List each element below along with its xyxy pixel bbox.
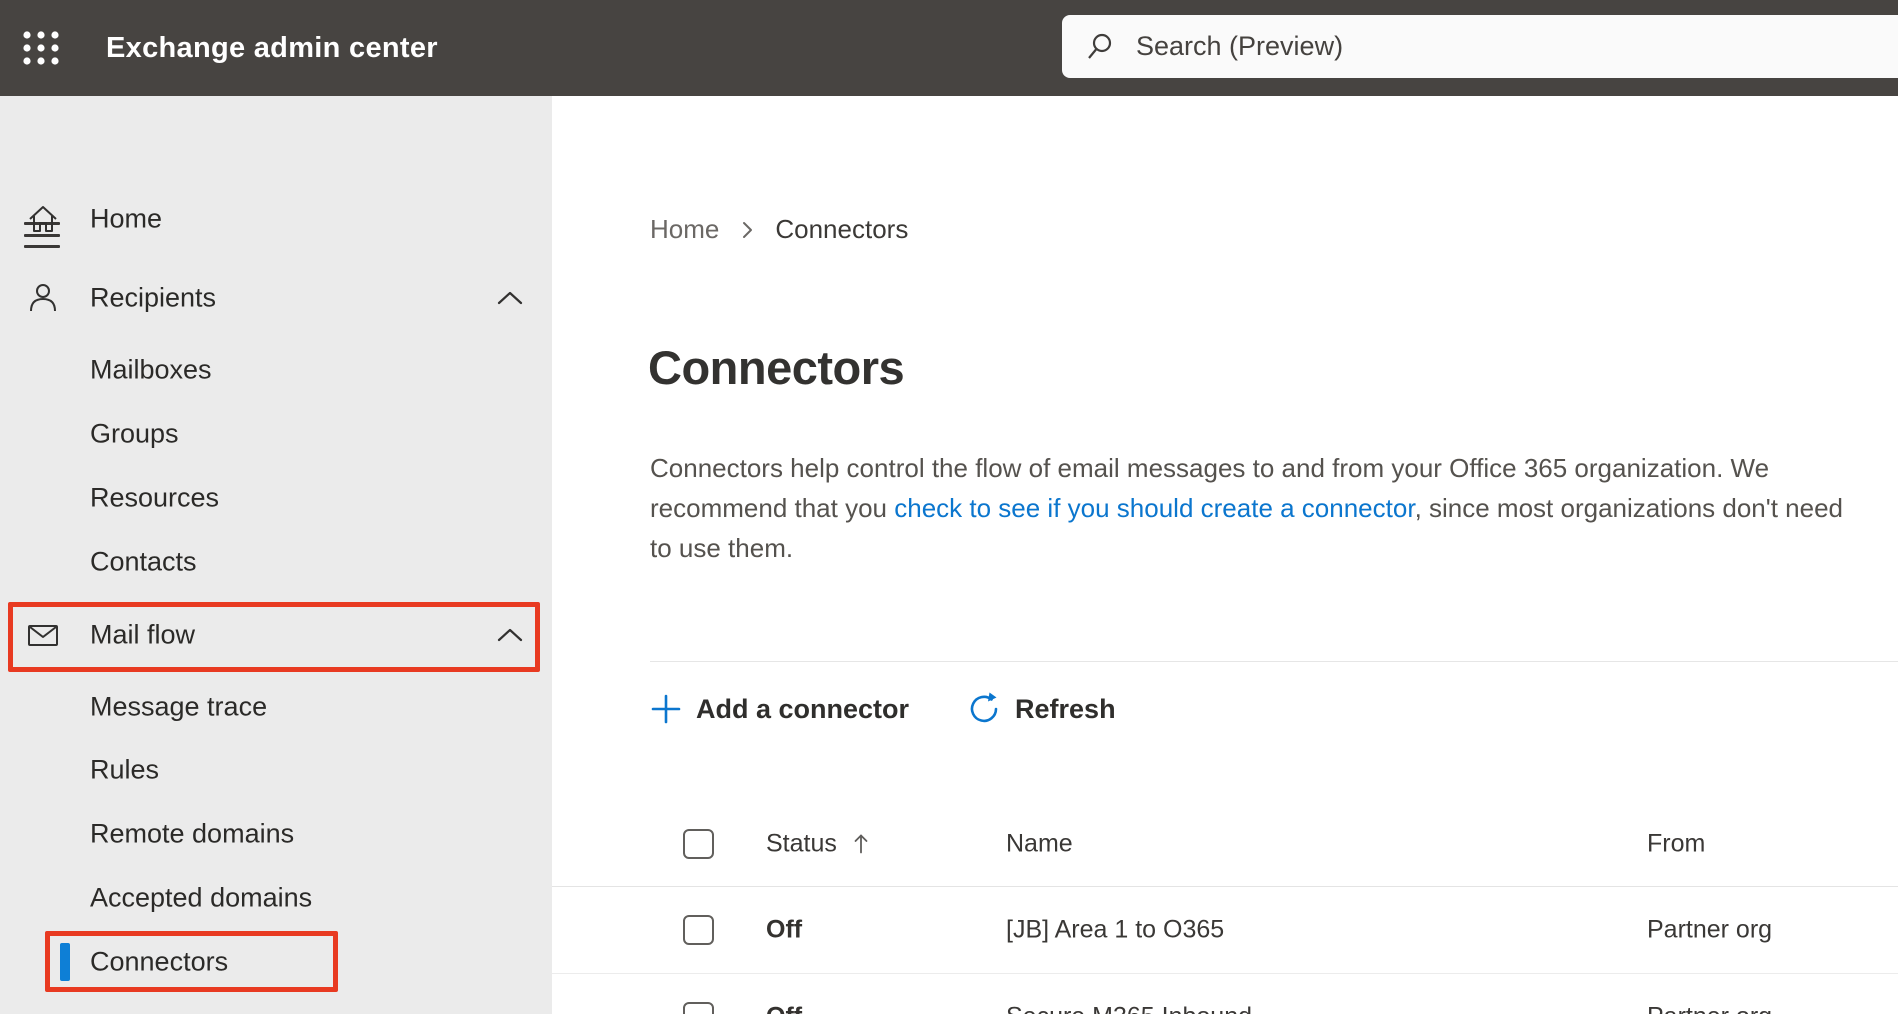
add-connector-button[interactable]: Add a connector xyxy=(650,693,909,725)
sidebar-item-recipients[interactable]: Recipients xyxy=(0,266,552,330)
mail-icon xyxy=(28,625,58,646)
refresh-button[interactable]: Refresh xyxy=(967,692,1116,726)
row-status: Off xyxy=(766,1003,802,1014)
home-icon xyxy=(29,206,57,232)
sidebar-item-connectors[interactable]: Connectors xyxy=(0,930,552,994)
sidebar-item-accepted-domains[interactable]: Accepted domains xyxy=(0,866,552,930)
main-content: Home Connectors Connectors Connectors he… xyxy=(552,96,1898,1014)
toolbar-divider xyxy=(650,661,1898,662)
breadcrumb-current[interactable]: Connectors xyxy=(775,214,908,245)
sidebar-item-groups[interactable]: Groups xyxy=(0,402,552,466)
breadcrumb-chevron-icon xyxy=(739,219,755,241)
exchange-admin-center-window: Exchange admin center Home Recipients xyxy=(0,0,1898,1014)
chevron-up-icon[interactable] xyxy=(496,626,524,644)
row-name: [JB] Area 1 to O365 xyxy=(1006,915,1225,944)
selected-item-indicator-bar xyxy=(60,943,70,981)
sidebar-item-home[interactable]: Home xyxy=(0,187,552,251)
person-icon xyxy=(30,284,56,312)
add-connector-label: Add a connector xyxy=(696,693,910,724)
sidebar-item-message-trace[interactable]: Message trace xyxy=(0,675,552,739)
row-from: Partner org xyxy=(1647,1003,1772,1014)
sidebar-item-label: Resources xyxy=(90,482,220,513)
sidebar-item-label: Rules xyxy=(90,754,160,785)
sidebar-item-remote-domains[interactable]: Remote domains xyxy=(0,802,552,866)
sidebar-item-label: Accepted domains xyxy=(90,882,313,913)
sidebar-item-mailboxes[interactable]: Mailboxes xyxy=(0,338,552,402)
row-from: Partner org xyxy=(1647,915,1773,944)
table-row[interactable]: Off Secure M365 Inbound Partner org xyxy=(552,974,1898,1014)
breadcrumb-home-link[interactable]: Home xyxy=(650,214,719,245)
column-header-name[interactable]: Name xyxy=(1006,829,1073,858)
row-checkbox[interactable] xyxy=(683,1002,714,1014)
table-row[interactable]: Off [JB] Area 1 to O365 Partner org xyxy=(552,887,1898,974)
sidebar-item-label: Mailboxes xyxy=(90,354,212,385)
search-icon xyxy=(1088,33,1112,59)
sidebar-item-rules[interactable]: Rules xyxy=(0,738,552,802)
column-header-status[interactable]: Status xyxy=(766,829,869,858)
search-box[interactable] xyxy=(1062,15,1898,78)
row-name: Secure M365 Inbound xyxy=(1006,1003,1252,1014)
table-header-row: Status Name From xyxy=(552,801,1898,887)
search-input[interactable] xyxy=(1136,31,1736,62)
sidebar-item-label: Contacts xyxy=(90,546,197,577)
app-title: Exchange admin center xyxy=(106,31,438,64)
sidebar-item-label: Groups xyxy=(90,418,179,449)
connectors-table: Status Name From Off [JB] Area 1 to O365… xyxy=(552,801,1898,1014)
select-all-checkbox[interactable] xyxy=(683,828,714,859)
sidebar-nav: Home Recipients Mailboxes Groups Resourc… xyxy=(0,96,552,1014)
column-header-from[interactable]: From xyxy=(1647,829,1705,858)
page-title: Connectors xyxy=(648,341,905,394)
sidebar-item-label: Message trace xyxy=(90,691,268,722)
sidebar-item-contacts[interactable]: Contacts xyxy=(0,530,552,594)
plus-icon xyxy=(651,694,681,724)
sort-ascending-arrow-icon xyxy=(854,834,868,854)
sidebar-item-label: Connectors xyxy=(90,946,229,977)
top-app-bar: Exchange admin center xyxy=(0,0,1898,96)
sidebar-item-mail-flow[interactable]: Mail flow xyxy=(0,603,552,667)
breadcrumb: Home Connectors xyxy=(650,214,908,245)
sidebar-item-label: Remote domains xyxy=(90,818,295,849)
sidebar-item-label: Mail flow xyxy=(90,619,196,650)
app-launcher-icon[interactable] xyxy=(22,29,60,67)
sidebar-item-label: Home xyxy=(90,203,163,234)
sidebar-item-label: Recipients xyxy=(90,282,217,313)
row-status: Off xyxy=(766,915,803,944)
chevron-up-icon[interactable] xyxy=(496,289,524,307)
row-checkbox[interactable] xyxy=(683,915,714,945)
page-description: Connectors help control the flow of emai… xyxy=(650,448,1870,568)
command-bar: Add a connector Refresh xyxy=(650,681,1116,737)
refresh-label: Refresh xyxy=(1015,693,1116,724)
create-connector-check-link[interactable]: check to see if you should create a conn… xyxy=(894,493,1414,523)
sidebar-item-resources[interactable]: Resources xyxy=(0,466,552,530)
refresh-icon xyxy=(970,692,998,723)
